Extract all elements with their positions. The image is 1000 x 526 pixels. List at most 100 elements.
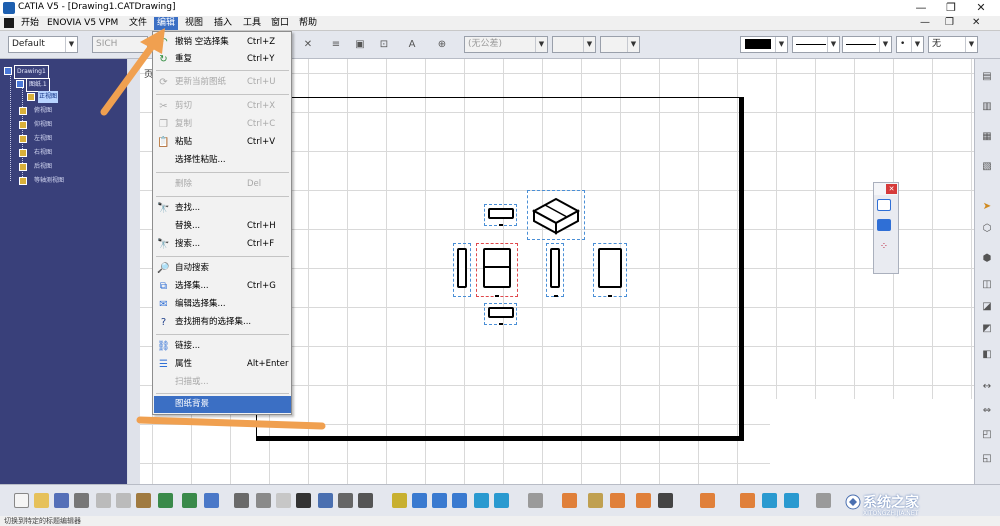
redo-icon[interactable] (182, 493, 197, 508)
mdi-restore-button[interactable]: ❐ (945, 17, 954, 28)
tree-view-item[interactable]: 俯视图 (0, 105, 127, 117)
fit-all-icon[interactable] (392, 493, 407, 508)
sheet-tool-icon[interactable]: ▤ (979, 69, 995, 85)
menu-start[interactable]: 开始 (18, 17, 42, 30)
print-icon[interactable] (74, 493, 89, 508)
tree-root[interactable]: Drawing1 (0, 65, 127, 79)
save-icon[interactable] (54, 493, 69, 508)
close-button[interactable]: ✕ (966, 0, 996, 16)
font-combo[interactable]: SICH (92, 36, 148, 53)
menu-item-cut[interactable]: ✂ 剪切 Ctrl+X (154, 98, 291, 115)
menu-item-find-owning-sets[interactable]: ? 查找拥有的选择集... (154, 314, 291, 331)
menu-item-search[interactable]: 🔭 搜索... Ctrl+F (154, 236, 291, 253)
pan-icon[interactable] (412, 493, 427, 508)
undo-icon[interactable] (158, 493, 173, 508)
mdi-minimize-button[interactable]: — (920, 17, 930, 28)
font-size-icon[interactable]: A (404, 37, 420, 53)
table-icon[interactable] (296, 493, 311, 508)
symbol-icon[interactable]: ◱ (979, 451, 995, 467)
tree-view-item[interactable]: 等轴测视图 (0, 175, 127, 187)
new-file-icon[interactable] (14, 493, 29, 508)
tree-sheet[interactable]: 图纸.1 (0, 78, 127, 92)
grid-icon[interactable] (562, 493, 577, 508)
tree-scrollbar[interactable] (128, 59, 140, 484)
menu-item-delete[interactable]: 删除 Del (154, 176, 291, 193)
tree-icon[interactable] (318, 493, 333, 508)
wizard-tool-icon[interactable]: ▧ (979, 159, 995, 175)
style-combo[interactable]: Default ▼ (8, 36, 78, 53)
render-icon[interactable] (762, 493, 777, 508)
menu-window[interactable]: 窗口 (268, 17, 292, 30)
zoom-in-icon[interactable] (432, 493, 447, 508)
tree-view-item[interactable]: 左视图 (0, 133, 127, 145)
view-tool-icon[interactable]: ▦ (979, 129, 995, 145)
tolerance-combo[interactable]: (无公差) ▼ (464, 36, 548, 53)
select-arrow-icon[interactable]: ➤ (979, 199, 995, 215)
dimension-tool-icon[interactable]: ▥ (979, 99, 995, 115)
menu-edit[interactable]: 编辑 (154, 17, 179, 30)
menu-item-redo[interactable]: ↻ 重复 Ctrl+Y (154, 51, 291, 68)
menu-item-properties[interactable]: ☰ 属性 Alt+Enter (154, 356, 291, 373)
section-view-icon[interactable]: ⬢ (979, 251, 995, 267)
dimension-icon[interactable]: ↔ (979, 379, 995, 395)
copy-icon[interactable] (116, 493, 131, 508)
knowledge-icon[interactable] (276, 493, 291, 508)
menu-file[interactable]: 文件 (126, 17, 150, 30)
format-combo[interactable]: ▼ (600, 36, 640, 53)
dimension-system-icon[interactable] (636, 493, 651, 508)
align-icon[interactable]: ≡ (328, 37, 344, 53)
normal-view-icon[interactable] (474, 493, 489, 508)
left-view[interactable] (453, 243, 471, 297)
anchor-icon[interactable]: ⊡ (376, 37, 392, 53)
menu-item-edit-selection-sets[interactable]: ✉ 编辑选择集... (154, 296, 291, 313)
tree-view-item[interactable]: 正视图 (0, 91, 127, 103)
detail-view-icon[interactable]: ◫ (979, 277, 995, 293)
menu-view[interactable]: 视图 (182, 17, 206, 30)
text-tool-icon[interactable]: ✕ (300, 37, 316, 53)
zoom-out-icon[interactable] (452, 493, 467, 508)
menu-item-scan[interactable]: 扫描或... (154, 374, 291, 391)
menu-item-paste-special[interactable]: 选择性粘贴... (154, 152, 291, 169)
menu-item-find[interactable]: 🔭 查找... (154, 200, 291, 217)
bottom-view[interactable] (484, 303, 517, 325)
view-layout-icon[interactable] (877, 219, 891, 231)
precision-combo[interactable]: ▼ (552, 36, 596, 53)
filter-icon[interactable] (658, 493, 673, 508)
analysis-icon[interactable] (610, 493, 625, 508)
projection-view-icon[interactable]: ⬡ (979, 221, 995, 237)
tree-view-item[interactable]: 右视图 (0, 147, 127, 159)
menu-item-auto-search[interactable]: 🔎 自动搜索 (154, 260, 291, 277)
rear-view[interactable] (593, 243, 627, 297)
geometry-icon[interactable] (700, 493, 715, 508)
mdi-close-button[interactable]: ✕ (972, 17, 980, 28)
snap-icon[interactable] (588, 493, 603, 508)
tolerance-icon[interactable]: ⊕ (434, 37, 450, 53)
floating-toolbar[interactable]: ✕ ⁘ (873, 182, 899, 274)
menu-enovia[interactable]: ENOVIA V5 VPM (44, 17, 121, 30)
menu-item-copy[interactable]: ❐ 复制 Ctrl+C (154, 116, 291, 133)
comment-icon[interactable] (256, 493, 271, 508)
lock-icon[interactable] (338, 493, 353, 508)
close-icon[interactable]: ✕ (886, 184, 897, 194)
menu-insert[interactable]: 插入 (211, 17, 235, 30)
menu-item-undo[interactable]: ↶ 撤销 空选择集 Ctrl+Z (154, 34, 291, 51)
pattern-combo[interactable]: 无 ▼ (928, 36, 978, 53)
formula-icon[interactable] (234, 493, 249, 508)
minimize-button[interactable]: — (906, 0, 936, 16)
tree-view-item[interactable]: 仰视图 (0, 119, 127, 131)
view-mode-icon[interactable] (494, 493, 509, 508)
annotation-icon[interactable]: ◰ (979, 427, 995, 443)
menu-item-selection-sets[interactable]: ⧉ 选择集... Ctrl+G (154, 278, 291, 295)
measure-icon[interactable] (784, 493, 799, 508)
open-file-icon[interactable] (34, 493, 49, 508)
dimension-chain-icon[interactable]: ⇔ (979, 403, 995, 419)
restore-button[interactable]: ❐ (936, 0, 966, 16)
broken-view-icon[interactable]: ◩ (979, 321, 995, 337)
isometric-view[interactable] (527, 190, 585, 240)
cut-icon[interactable] (96, 493, 111, 508)
menu-help[interactable]: 帮助 (296, 17, 320, 30)
grid-points-icon[interactable]: ⁘ (877, 239, 891, 253)
whats-this-icon[interactable] (204, 493, 219, 508)
refresh-icon[interactable] (816, 493, 831, 508)
tree-view-item[interactable]: 后视图 (0, 161, 127, 173)
